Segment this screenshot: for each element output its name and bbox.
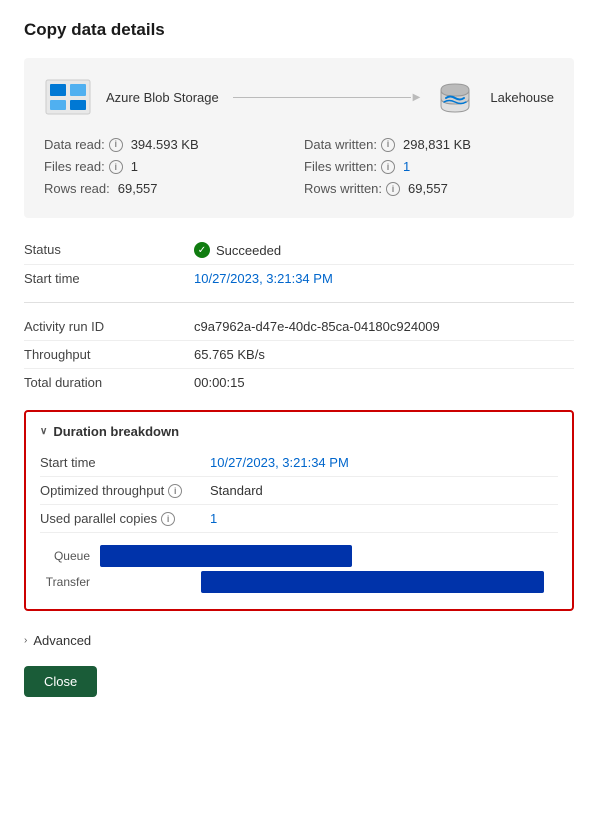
optimized-throughput-info-icon[interactable]: i <box>168 484 182 498</box>
close-button[interactable]: Close <box>24 666 97 697</box>
data-read-value: 394.593 KB <box>131 134 199 156</box>
parallel-copies-label: Used parallel copies i <box>40 511 200 526</box>
data-written-label: Data written: <box>304 134 377 156</box>
queue-bar-fill <box>100 545 352 567</box>
status-text: Succeeded <box>216 243 281 258</box>
optimized-throughput-row: Optimized throughput i Standard <box>40 477 558 505</box>
breakdown-start-time-value: 10/27/2023, 3:21:34 PM <box>210 455 558 470</box>
check-icon: ✓ <box>194 242 210 258</box>
stats-grid: Data read: i 394.593 KB Files read: i 1 … <box>44 134 554 200</box>
parallel-copies-info-icon[interactable]: i <box>161 512 175 526</box>
divider-1 <box>24 302 574 303</box>
throughput-value: 65.765 KB/s <box>194 347 574 362</box>
data-written-row: Data written: i 298,831 KB <box>304 134 554 156</box>
optimized-throughput-value: Standard <box>210 483 558 498</box>
status-section: Status ✓ Succeeded Start time 10/27/2023… <box>24 236 574 292</box>
rows-written-row: Rows written: i 69,557 <box>304 178 554 200</box>
files-written-label: Files written: <box>304 156 377 178</box>
status-label: Status <box>24 242 184 257</box>
flow-arrow <box>233 92 421 103</box>
breakdown-start-time-label: Start time <box>40 455 200 470</box>
start-time-value: 10/27/2023, 3:21:34 PM <box>194 271 574 286</box>
files-read-label: Files read: <box>44 156 105 178</box>
source-icon <box>44 78 92 116</box>
breakdown-title: Duration breakdown <box>53 424 179 439</box>
total-duration-row: Total duration 00:00:15 <box>24 369 574 396</box>
files-read-row: Files read: i 1 <box>44 156 294 178</box>
queue-bar-row: Queue <box>40 545 558 567</box>
duration-breakdown-box: ∨ Duration breakdown Start time 10/27/20… <box>24 410 574 611</box>
parallel-copies-row: Used parallel copies i 1 <box>40 505 558 533</box>
files-written-info-icon[interactable]: i <box>381 160 395 174</box>
throughput-row: Throughput 65.765 KB/s <box>24 341 574 369</box>
status-value: ✓ Succeeded <box>194 242 574 258</box>
total-duration-label: Total duration <box>24 375 184 390</box>
activity-run-id-value: c9a7962a-d47e-40dc-85ca-04180c924009 <box>194 319 574 334</box>
queue-bar-container <box>100 545 558 567</box>
start-time-row: Start time 10/27/2023, 3:21:34 PM <box>24 265 574 292</box>
data-read-info-icon[interactable]: i <box>109 138 123 152</box>
stats-left: Data read: i 394.593 KB Files read: i 1 … <box>44 134 294 200</box>
transfer-bar-row: Transfer <box>40 571 558 593</box>
rows-read-row: Rows read: 69,557 <box>44 178 294 200</box>
transfer-bar-container <box>100 571 558 593</box>
transfer-bar-fill <box>201 571 545 593</box>
dest-icon <box>434 76 476 118</box>
data-written-value: 298,831 KB <box>403 134 471 156</box>
optimized-throughput-label: Optimized throughput i <box>40 483 200 498</box>
activity-run-id-label: Activity run ID <box>24 319 184 334</box>
rows-read-label: Rows read: <box>44 178 110 200</box>
data-read-row: Data read: i 394.593 KB <box>44 134 294 156</box>
advanced-section[interactable]: › Advanced <box>24 625 574 656</box>
chevron-down-icon: ∨ <box>40 426 47 437</box>
transfer-bar-label: Transfer <box>40 575 100 589</box>
run-details-section: Activity run ID c9a7962a-d47e-40dc-85ca-… <box>24 313 574 396</box>
activity-run-id-row: Activity run ID c9a7962a-d47e-40dc-85ca-… <box>24 313 574 341</box>
chevron-right-icon: › <box>24 635 27 646</box>
rows-read-value: 69,557 <box>118 178 158 200</box>
files-read-info-icon[interactable]: i <box>109 160 123 174</box>
parallel-copies-value: 1 <box>210 511 558 526</box>
files-read-value: 1 <box>131 156 138 178</box>
total-duration-value: 00:00:15 <box>194 375 574 390</box>
copy-summary-box: Azure Blob Storage Lakehouse Data read: … <box>24 58 574 218</box>
queue-bar-label: Queue <box>40 549 100 563</box>
page-title: Copy data details <box>24 20 574 40</box>
breakdown-header[interactable]: ∨ Duration breakdown <box>40 424 558 439</box>
data-written-info-icon[interactable]: i <box>381 138 395 152</box>
source-label: Azure Blob Storage <box>106 90 219 105</box>
files-written-value[interactable]: 1 <box>403 156 410 178</box>
copy-flow: Azure Blob Storage Lakehouse <box>44 76 554 118</box>
bar-chart: Queue Transfer <box>40 545 558 593</box>
breakdown-start-time-row: Start time 10/27/2023, 3:21:34 PM <box>40 449 558 477</box>
rows-written-value: 69,557 <box>408 178 448 200</box>
throughput-label: Throughput <box>24 347 184 362</box>
data-read-label: Data read: <box>44 134 105 156</box>
start-time-label: Start time <box>24 271 184 286</box>
rows-written-label: Rows written: <box>304 178 382 200</box>
status-row: Status ✓ Succeeded <box>24 236 574 265</box>
dest-label: Lakehouse <box>490 90 554 105</box>
advanced-label: Advanced <box>33 633 91 648</box>
rows-written-info-icon[interactable]: i <box>386 182 400 196</box>
stats-right: Data written: i 298,831 KB Files written… <box>304 134 554 200</box>
files-written-row: Files written: i 1 <box>304 156 554 178</box>
status-succeeded: ✓ Succeeded <box>194 242 574 258</box>
